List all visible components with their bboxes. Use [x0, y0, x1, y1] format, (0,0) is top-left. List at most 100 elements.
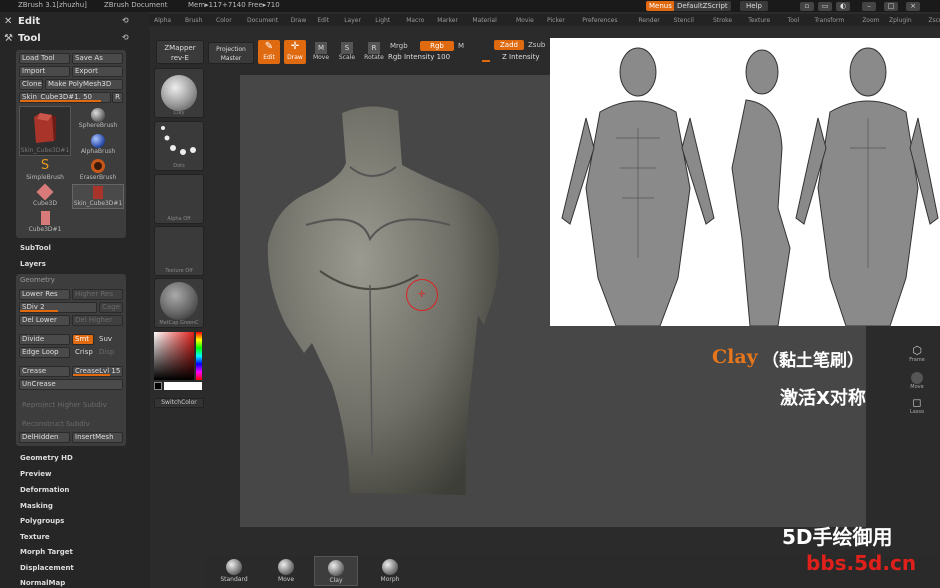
morph-brush-button[interactable]: Morph — [368, 556, 412, 586]
del-higher-button[interactable]: Del Higher — [72, 315, 123, 326]
reproject-button[interactable]: Reproject Higher Subdiv — [19, 400, 123, 411]
suv-toggle[interactable]: Suv — [96, 334, 123, 345]
export-button[interactable]: Export — [72, 66, 123, 77]
geometry-hd-section[interactable]: Geometry HD — [20, 454, 73, 462]
polygroups-section[interactable]: Polygroups — [20, 517, 64, 525]
close-icon[interactable]: × — [906, 2, 920, 11]
menu-brush[interactable]: Brush — [185, 17, 202, 24]
menu-transform[interactable]: Transform — [814, 17, 844, 24]
color-square[interactable] — [154, 332, 194, 380]
clay-brush-button[interactable]: Clay — [314, 556, 358, 586]
edge-loop-button[interactable]: Edge Loop — [19, 347, 70, 358]
reconstruct-subdiv-button[interactable]: Reconstruct Subdiv — [19, 419, 123, 430]
menu-movie[interactable]: Movie — [516, 17, 534, 24]
menu-picker[interactable]: Picker — [547, 17, 565, 24]
menu-light[interactable]: Light — [375, 17, 390, 24]
tool-thumb-cube3d[interactable]: Cube3D — [19, 183, 71, 209]
standard-brush-button[interactable]: Standard — [212, 556, 256, 586]
move-brush-button[interactable]: Move — [264, 556, 308, 586]
minimize-icon[interactable]: – — [862, 2, 876, 11]
tool-thumb-skin-cube[interactable]: Skin_Cube3D#1 — [72, 184, 124, 209]
texture-slot[interactable]: Texture Off — [154, 226, 204, 276]
morph-target-section[interactable]: Morph Target — [20, 548, 73, 556]
menu-draw[interactable]: Draw — [291, 17, 307, 24]
rgb-intensity-slider[interactable]: Rgb Intensity 100 — [388, 53, 490, 63]
menu-layer[interactable]: Layer — [344, 17, 361, 24]
scale-mode-button[interactable]: S Scale — [336, 42, 358, 61]
edit-palette-header[interactable]: ✕ Edit ⟲ — [4, 16, 144, 28]
primary-color-swatch[interactable] — [164, 382, 202, 390]
m-toggle[interactable]: M — [458, 42, 464, 50]
normalmap-section[interactable]: NormalMap — [20, 579, 65, 587]
save-as-button[interactable]: Save As — [72, 53, 123, 64]
window-icon-3[interactable]: ◐ — [836, 2, 850, 11]
geometry-title[interactable]: Geometry — [20, 276, 55, 284]
menu-render[interactable]: Render — [638, 17, 659, 24]
edit-mode-button[interactable]: ✎ Edit — [258, 40, 280, 64]
texture-section[interactable]: Texture — [20, 533, 50, 541]
load-tool-button[interactable]: Load Tool — [19, 53, 70, 64]
z-intensity-slider[interactable]: Z Intensity — [502, 53, 548, 63]
current-tool-slider[interactable]: Skin_Cube3D#1. 50 — [19, 92, 111, 103]
tool-palette-header[interactable]: ⚒ Tool ⟲ — [4, 33, 144, 45]
zsub-toggle[interactable]: Zsub — [528, 41, 545, 49]
menu-edit[interactable]: Edit — [317, 17, 329, 24]
rotate-mode-button[interactable]: R Rotate — [362, 42, 386, 61]
menu-color[interactable]: Color — [216, 17, 232, 24]
color-picker[interactable] — [152, 330, 204, 394]
tool-thumb-simplebrush[interactable]: S SimpleBrush — [19, 158, 71, 183]
menu-alpha[interactable]: Alpha — [154, 17, 171, 24]
default-zscript-button[interactable]: DefaultZScript — [674, 1, 731, 11]
del-lower-button[interactable]: Del Lower — [19, 315, 70, 326]
palette-corner-icon[interactable]: ⟲ — [122, 33, 129, 42]
make-polymesh-button[interactable]: Make PolyMesh3D — [45, 79, 123, 90]
help-button[interactable]: Help — [740, 1, 768, 11]
import-button[interactable]: Import — [19, 66, 70, 77]
r-button[interactable]: R — [112, 92, 123, 103]
smt-toggle[interactable]: Smt — [72, 334, 94, 345]
higher-res-button[interactable]: Higher Res — [72, 289, 123, 300]
clone-button[interactable]: Clone — [19, 79, 43, 90]
switch-color-button[interactable]: SwitchColor — [154, 398, 204, 408]
hue-strip[interactable] — [196, 332, 202, 380]
divide-button[interactable]: Divide — [19, 334, 70, 345]
sdiv-slider[interactable]: SDiv 2 — [19, 302, 97, 313]
uncrease-button[interactable]: UnCrease — [19, 379, 123, 390]
menu-zplugin[interactable]: Zplugin — [889, 17, 912, 24]
zadd-toggle[interactable]: Zadd — [494, 40, 524, 50]
menu-preferences[interactable]: Preferences — [582, 17, 617, 24]
menu-macro[interactable]: Macro — [406, 17, 424, 24]
rgb-toggle[interactable]: Rgb — [420, 41, 454, 51]
clay-brush-slot[interactable]: Clay — [154, 68, 204, 118]
projection-master-button[interactable]: Projection Master — [208, 42, 254, 64]
crisp-toggle[interactable]: Crisp — [72, 347, 94, 358]
subtool-section[interactable]: SubTool — [20, 244, 51, 252]
secondary-color-swatch[interactable] — [154, 382, 162, 390]
menu-tool[interactable]: Tool — [788, 17, 800, 24]
mrgb-toggle[interactable]: Mrgb — [390, 42, 408, 50]
menu-stroke[interactable]: Stroke — [713, 17, 732, 24]
stroke-dots-slot[interactable]: Dots — [154, 121, 204, 171]
menus-button[interactable]: Menus — [646, 1, 675, 11]
tool-thumb-cube3d-1[interactable]: Cube3D#1 — [19, 210, 71, 235]
lower-res-button[interactable]: Lower Res — [19, 289, 70, 300]
window-icon-2[interactable]: ▭ — [818, 2, 832, 11]
preview-section[interactable]: Preview — [20, 470, 52, 478]
lasso-button[interactable]: ◻ Lasso — [906, 396, 928, 415]
crease-level-slider[interactable]: CreaseLvl 15 — [72, 366, 123, 377]
insert-mesh-button[interactable]: InsertMesh — [72, 432, 123, 443]
palette-corner-icon[interactable]: ⟲ — [122, 16, 129, 25]
frame-button[interactable]: ⬡ Frame — [906, 344, 928, 363]
tool-thumb-spherebrush[interactable]: SphereBrush — [72, 106, 124, 131]
crease-button[interactable]: Crease — [19, 366, 70, 377]
displacement-section[interactable]: Displacement — [20, 564, 74, 572]
cage-button[interactable]: Cage — [99, 302, 123, 313]
menu-material[interactable]: Material — [472, 17, 496, 24]
window-icon-1[interactable]: ▫ — [800, 2, 814, 11]
layers-section[interactable]: Layers — [20, 260, 46, 268]
zmapper-button[interactable]: ZMapper rev-E — [156, 40, 204, 64]
menu-zscript[interactable]: Zscript — [928, 17, 940, 24]
move-mode-button[interactable]: M Move — [310, 42, 332, 61]
tool-thumb-selected[interactable]: Skin_Cube3D#1 — [19, 106, 71, 156]
disp-slider[interactable]: Disp — [96, 347, 123, 358]
